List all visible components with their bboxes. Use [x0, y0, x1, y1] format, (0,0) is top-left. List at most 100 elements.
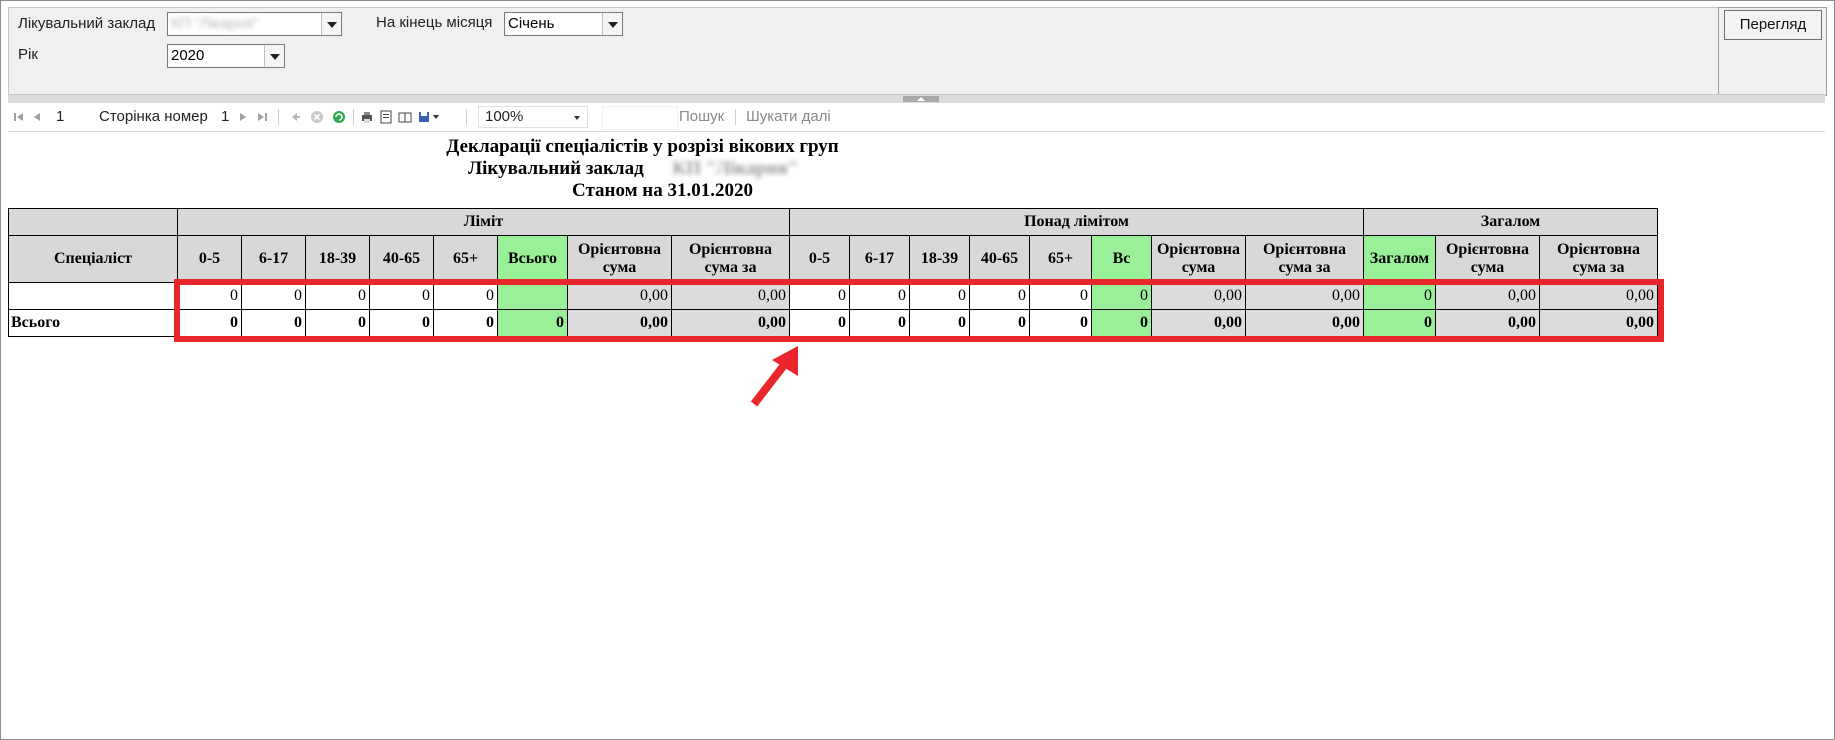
col-limit-40-65: 40-65 — [369, 235, 434, 283]
refresh-icon[interactable] — [332, 110, 346, 124]
zoom-select[interactable]: 100% — [478, 106, 588, 128]
search-input[interactable] — [602, 106, 678, 130]
report-facility-label: Лікувальний заклад — [468, 158, 644, 179]
cell: 0 — [909, 309, 970, 337]
cell: 0,00 — [1435, 309, 1540, 337]
cell: 0,00 — [671, 282, 790, 310]
cell: 0,00 — [1151, 309, 1246, 337]
table-row: 0 0 0 0 0 0,00 0,00 0 0 0 0 0 0 0,00 0,0… — [8, 282, 1658, 310]
total-pages: 1 — [221, 108, 230, 125]
col-grand-sum: Орієнтовна сума — [1435, 235, 1540, 283]
toolbar-separator — [353, 109, 354, 125]
cell: 0 — [969, 309, 1030, 337]
cell: 0 — [369, 309, 434, 337]
cell: 0 — [241, 282, 306, 310]
facility-value: КП "Лікарня" — [171, 15, 259, 32]
next-page-icon[interactable] — [236, 110, 250, 124]
year-select[interactable]: 2020 — [167, 44, 285, 68]
facility-select[interactable]: КП "Лікарня" — [167, 12, 342, 36]
col-over-6-17: 6-17 — [849, 235, 910, 283]
report-facility-value: КП "Лікарня" — [672, 158, 799, 179]
cell: 0 — [305, 282, 370, 310]
chevron-down-icon[interactable] — [433, 115, 439, 119]
search-link[interactable]: Пошук — [679, 103, 724, 131]
col-limit-sum: Орієнтовна сума — [567, 235, 672, 283]
view-report-button[interactable]: Перегляд — [1724, 10, 1822, 40]
cell: 0 — [1363, 309, 1436, 337]
cell: 0,00 — [1151, 282, 1246, 310]
chevron-down-icon[interactable] — [602, 13, 622, 35]
collapse-icon[interactable] — [903, 96, 939, 102]
facility-label: Лікувальний заклад — [18, 15, 156, 32]
prev-page-icon[interactable] — [30, 110, 44, 124]
col-specialist: Спеціаліст — [8, 235, 178, 283]
report-toolbar: 1 Сторінка номер 1 100% Пошук Шукати дал… — [8, 103, 1825, 132]
group-header-row: Ліміт Понад лімітом Загалом — [8, 208, 1658, 236]
last-page-icon[interactable] — [255, 110, 269, 124]
report-title: Декларації спеціалістів у розрізі вікови… — [446, 136, 839, 157]
table-row-total: Всього 0 0 0 0 0 0 0,00 0,00 0 0 0 0 0 0… — [8, 309, 1658, 337]
cell: 0 — [369, 282, 434, 310]
report-date: Станом на 31.01.2020 — [571, 180, 753, 201]
toolbar-separator — [466, 109, 467, 125]
parameters-panel: Лікувальний заклад КП "Лікарня" На кінец… — [8, 7, 1720, 95]
export-icon[interactable] — [418, 110, 432, 124]
chevron-down-icon[interactable] — [321, 13, 341, 35]
col-over-sum-for: Орієнтовна сума за — [1245, 235, 1364, 283]
cell: 0,00 — [567, 309, 672, 337]
page-layout-icon[interactable] — [379, 110, 393, 124]
col-limit-18-39: 18-39 — [305, 235, 370, 283]
col-limit-65plus: 65+ — [433, 235, 498, 283]
find-next-link[interactable]: Шукати далі — [746, 103, 831, 131]
month-select[interactable]: Січень — [504, 12, 623, 36]
cell: 0 — [849, 282, 910, 310]
col-limit-sum-for: Орієнтовна сума за — [671, 235, 790, 283]
cell: 0 — [1363, 282, 1436, 310]
cell: 0,00 — [567, 282, 672, 310]
cell: 0,00 — [1539, 309, 1658, 337]
col-over-0-5: 0-5 — [789, 235, 850, 283]
page-setup-icon[interactable] — [398, 110, 412, 124]
col-over-sum: Орієнтовна сума — [1151, 235, 1246, 283]
parameters-splitter[interactable] — [8, 94, 1825, 103]
back-icon[interactable] — [288, 110, 302, 124]
cell: 0,00 — [1435, 282, 1540, 310]
col-limit-6-17: 6-17 — [241, 235, 306, 283]
month-value: Січень — [508, 15, 555, 32]
cell: 0 — [789, 309, 850, 337]
month-label: На кінець місяця — [376, 14, 493, 31]
col-over-40-65: 40-65 — [969, 235, 1030, 283]
cell: 0 — [497, 309, 568, 337]
year-value: 2020 — [171, 47, 205, 64]
cell: 0 — [1029, 309, 1092, 337]
header-empty — [8, 208, 178, 236]
first-page-icon[interactable] — [12, 110, 26, 124]
row-label: Всього — [8, 309, 178, 337]
col-over-65plus: 65+ — [1029, 235, 1092, 283]
col-over-18-39: 18-39 — [909, 235, 970, 283]
cell: 0 — [969, 282, 1030, 310]
col-over-total: Вс — [1091, 235, 1152, 283]
toolbar-separator — [735, 109, 736, 125]
cell: 0 — [789, 282, 850, 310]
page-number-label: Сторінка номер — [99, 108, 208, 125]
cell — [497, 282, 568, 310]
report-facility-line: Лікувальний заклад КП "Лікарня" — [468, 158, 868, 180]
cell: 0,00 — [1245, 282, 1364, 310]
col-grand-sum-for: Орієнтовна сума за — [1539, 235, 1658, 283]
row-label — [8, 282, 178, 310]
group-limit: Ліміт — [177, 208, 790, 236]
year-label: Рік — [18, 46, 38, 63]
chevron-down-icon[interactable] — [264, 45, 284, 67]
print-icon[interactable] — [360, 110, 374, 124]
stop-icon[interactable] — [310, 110, 324, 124]
cell: 0 — [909, 282, 970, 310]
red-arrow-icon — [750, 346, 798, 407]
cell: 0 — [1091, 309, 1152, 337]
col-grand-total: Загалом — [1363, 235, 1436, 283]
cell: 0 — [1029, 282, 1092, 310]
current-page-input[interactable]: 1 — [56, 103, 64, 131]
cell: 0 — [849, 309, 910, 337]
group-over-limit: Понад лімітом — [789, 208, 1364, 236]
cell: 0,00 — [671, 309, 790, 337]
